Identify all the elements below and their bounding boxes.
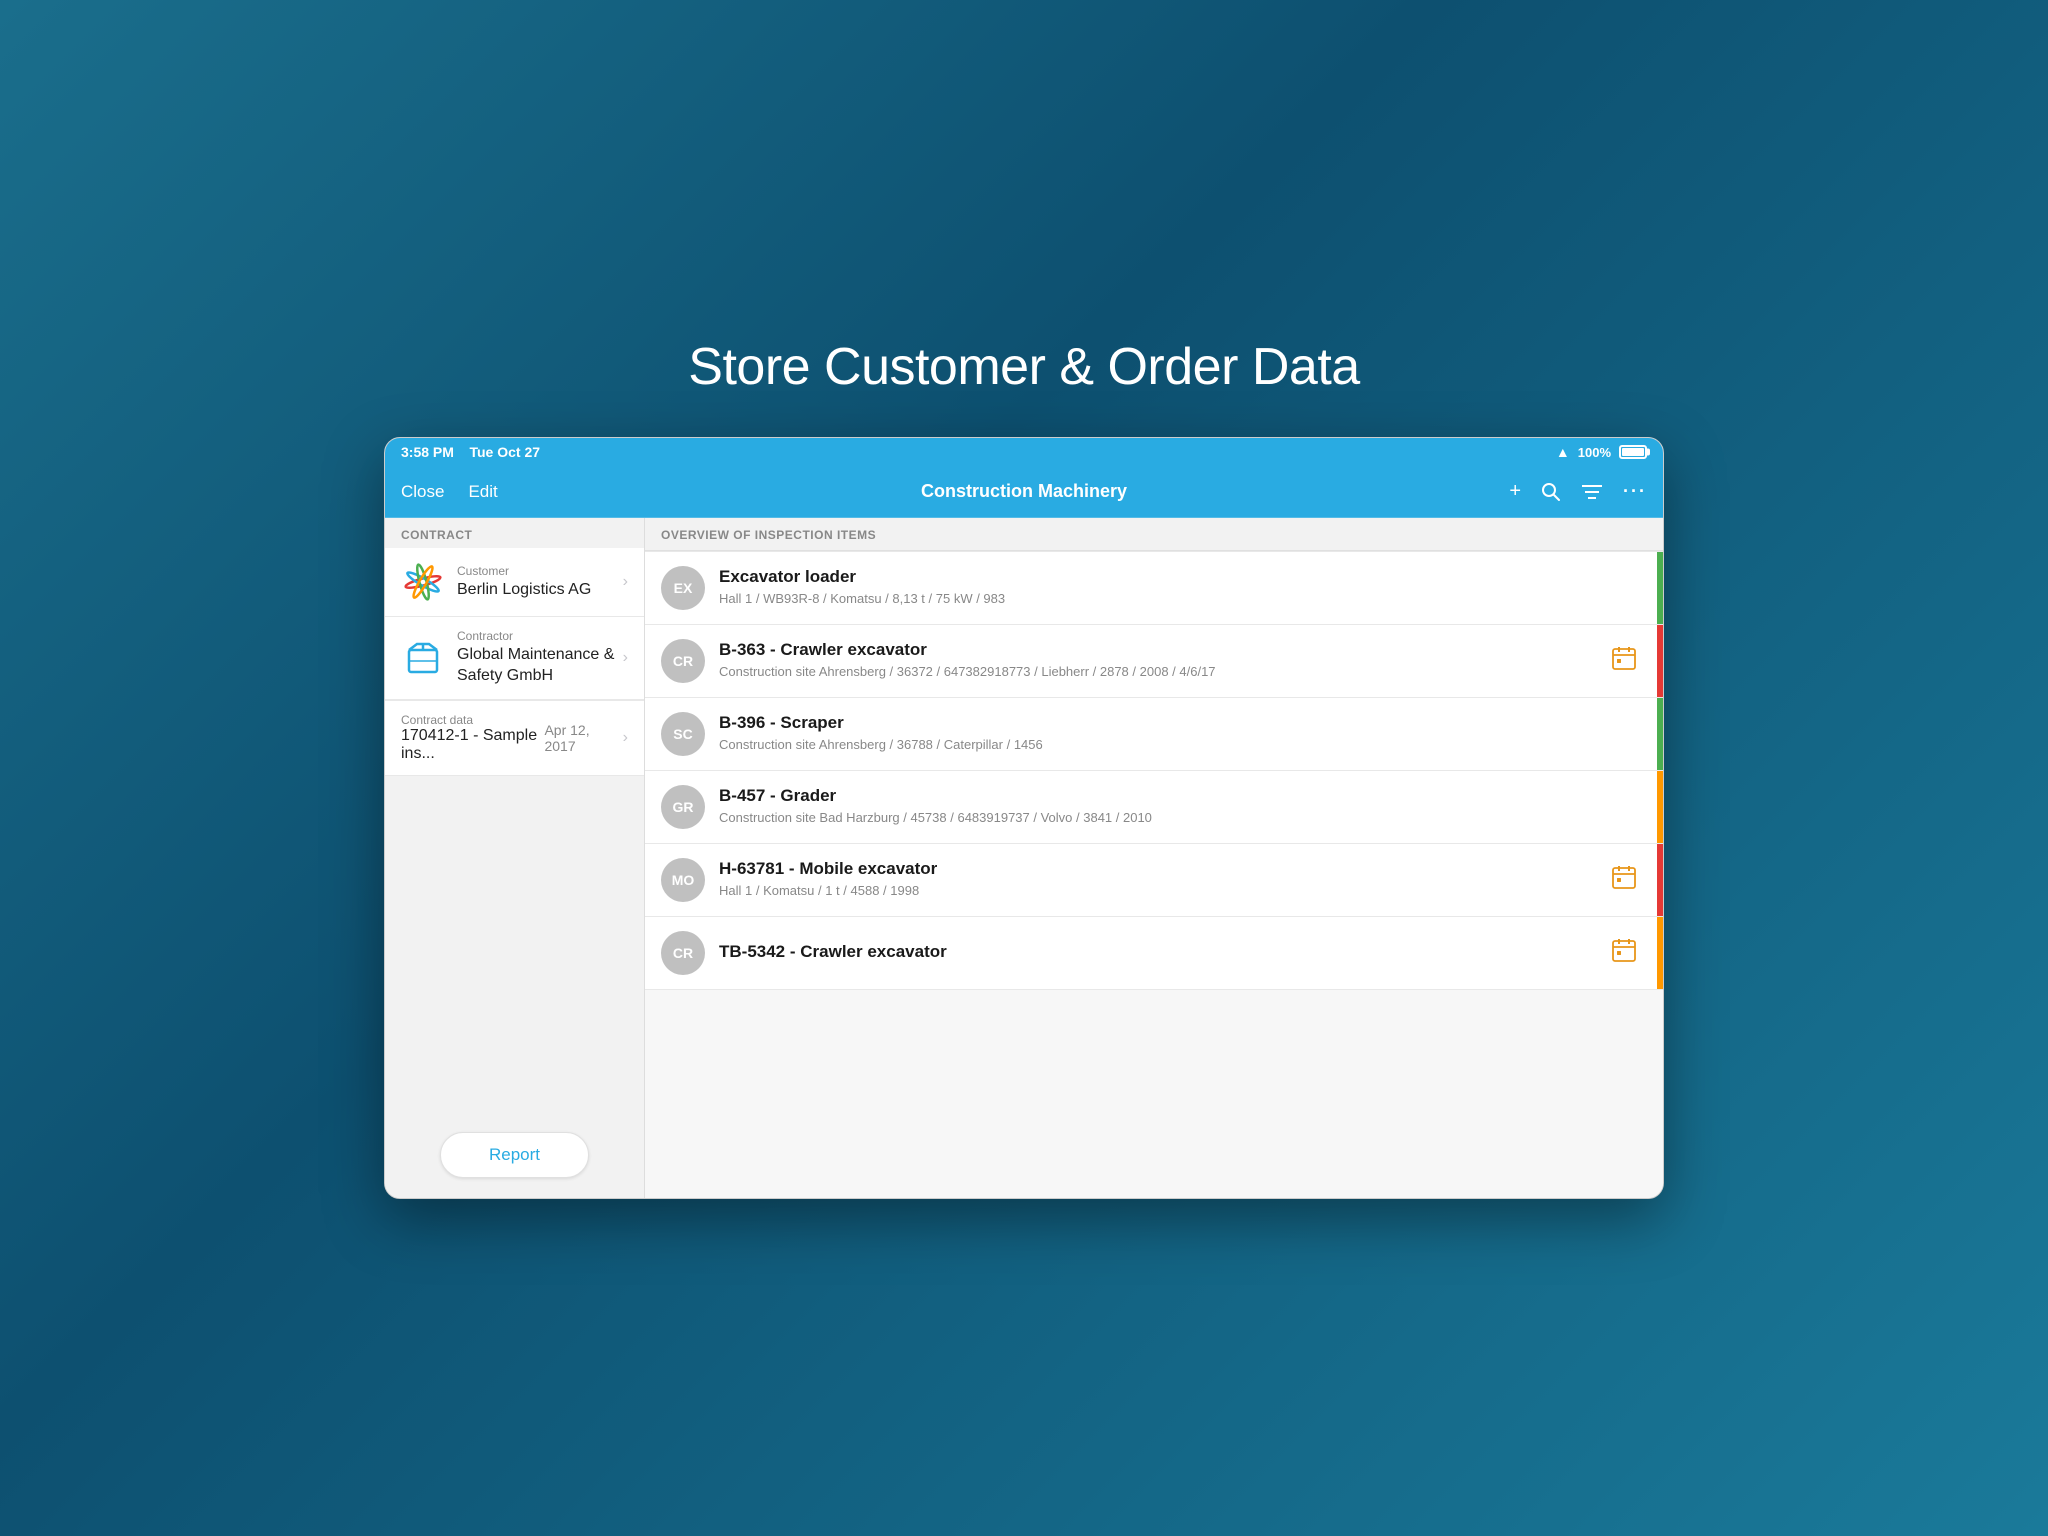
item-info: Excavator loader Hall 1 / WB93R-8 / Komat… [719,567,1647,608]
status-indicator [1657,698,1663,770]
add-button[interactable]: + [1509,480,1521,503]
item-info: B-457 - Grader Construction site Bad Harz… [719,786,1647,827]
status-right: ▲ 100% [1556,444,1647,460]
inspection-item[interactable]: SC B-396 - Scraper Construction site Ahren… [645,698,1663,771]
status-date: Tue Oct 27 [469,444,540,460]
left-panel-spacer [385,776,644,1112]
right-panel: OVERVIEW OF INSPECTION ITEMS EX Excavator… [645,518,1663,1198]
inspection-item[interactable]: CR TB-5342 - Crawler excavator [645,917,1663,990]
more-button[interactable]: ··· [1623,481,1647,502]
contract-data-chevron: › [623,729,628,747]
contractor-logo [401,636,445,680]
nav-bar: Close Edit Construction Machinery + [385,466,1663,518]
item-subtitle: Construction site Ahrensberg / 36788 / C… [719,736,1647,754]
contract-data-label: Contract data [401,713,544,727]
search-button[interactable] [1541,482,1561,502]
device-frame: 3:58 PM Tue Oct 27 ▲ 100% Close Edit Co [384,437,1664,1199]
inspection-item[interactable]: GR B-457 - Grader Construction site Bad Ha… [645,771,1663,844]
contractor-item[interactable]: Contractor Global Maintenance & Safety G… [385,617,644,700]
status-time-date: 3:58 PM Tue Oct 27 [401,444,540,460]
item-title: B-363 - Crawler excavator [719,640,1611,660]
report-button[interactable]: Report [440,1132,589,1178]
status-bar: 3:58 PM Tue Oct 27 ▲ 100% [385,438,1663,466]
calendar-icon [1611,645,1637,677]
calendar-icon [1611,864,1637,896]
item-avatar: CR [661,931,705,975]
left-panel: CONTRACT Customer Berlin Logistics AG [385,518,645,1198]
item-title: H-63781 - Mobile excavator [719,859,1611,879]
page-wrapper: Store Customer & Order Data 3:58 PM Tue … [384,337,1664,1199]
customer-content: Customer Berlin Logistics AG [457,564,615,601]
nav-left: Close Edit [401,482,581,502]
filter-icon [1581,483,1603,501]
item-title: B-396 - Scraper [719,713,1647,733]
battery-icon [1619,445,1647,459]
item-subtitle: Construction site Bad Harzburg / 45738 /… [719,809,1647,827]
status-indicator [1657,552,1663,624]
contract-data-item[interactable]: Contract data 170412-1 - Sample ins... A… [385,700,644,776]
calendar-icon [1611,937,1637,969]
item-subtitle: Construction site Ahrensberg / 36372 / 6… [719,663,1611,681]
item-info: B-396 - Scraper Construction site Ahrensb… [719,713,1647,754]
item-subtitle: Hall 1 / Komatsu / 1 t / 4588 / 1998 [719,882,1611,900]
contract-date: Apr 12, 2017 [544,722,606,754]
item-info: H-63781 - Mobile excavator Hall 1 / Komat… [719,859,1611,900]
item-avatar: MO [661,858,705,902]
contract-data-right: Apr 12, 2017 › [544,722,628,754]
contractor-value: Global Maintenance & Safety GmbH [457,645,615,687]
status-indicator [1657,844,1663,916]
item-title: TB-5342 - Crawler excavator [719,942,1611,962]
search-icon [1541,482,1561,502]
status-indicator [1657,625,1663,697]
contractor-label: Contractor [457,629,615,643]
status-time: 3:58 PM [401,444,454,460]
item-avatar: SC [661,712,705,756]
contractor-chevron: › [623,649,628,667]
item-info: TB-5342 - Crawler excavator [719,942,1611,965]
item-avatar: EX [661,566,705,610]
inspection-item[interactable]: MO H-63781 - Mobile excavator Hall 1 / Kom… [645,844,1663,917]
inspection-item[interactable]: CR B-363 - Crawler excavator Construction … [645,625,1663,698]
item-title: Excavator loader [719,567,1647,587]
customer-value: Berlin Logistics AG [457,580,615,601]
status-indicator [1657,771,1663,843]
inspection-item[interactable]: EX Excavator loader Hall 1 / WB93R-8 / Kom… [645,551,1663,625]
contract-data-content: Contract data 170412-1 - Sample ins... [401,713,544,763]
item-subtitle: Hall 1 / WB93R-8 / Komatsu / 8,13 t / 75… [719,590,1647,608]
status-indicator [1657,917,1663,989]
customer-label: Customer [457,564,615,578]
contract-section-header: CONTRACT [385,518,644,548]
main-content: CONTRACT Customer Berlin Logistics AG [385,518,1663,1198]
customer-item[interactable]: Customer Berlin Logistics AG › [385,548,644,617]
inspection-list: EX Excavator loader Hall 1 / WB93R-8 / Kom… [645,551,1663,1198]
report-btn-container: Report [385,1112,644,1198]
nav-title: Construction Machinery [581,481,1467,502]
item-avatar: GR [661,785,705,829]
contract-data-id: 170412-1 - Sample ins... [401,727,544,763]
contractor-logo-svg [401,636,445,680]
inspection-header: OVERVIEW OF INSPECTION ITEMS [645,518,1663,551]
battery-percent: 100% [1578,445,1611,460]
wifi-icon: ▲ [1556,444,1570,460]
nav-right: + ··· [1467,480,1647,503]
item-title: B-457 - Grader [719,786,1647,806]
edit-button[interactable]: Edit [468,482,497,502]
customer-logo [401,560,445,604]
item-avatar: CR [661,639,705,683]
hero-title: Store Customer & Order Data [384,337,1664,397]
customer-logo-svg [401,560,445,604]
contractor-content: Contractor Global Maintenance & Safety G… [457,629,615,687]
close-button[interactable]: Close [401,482,444,502]
filter-button[interactable] [1581,483,1603,501]
customer-chevron: › [623,573,628,591]
item-info: B-363 - Crawler excavator Construction si… [719,640,1611,681]
